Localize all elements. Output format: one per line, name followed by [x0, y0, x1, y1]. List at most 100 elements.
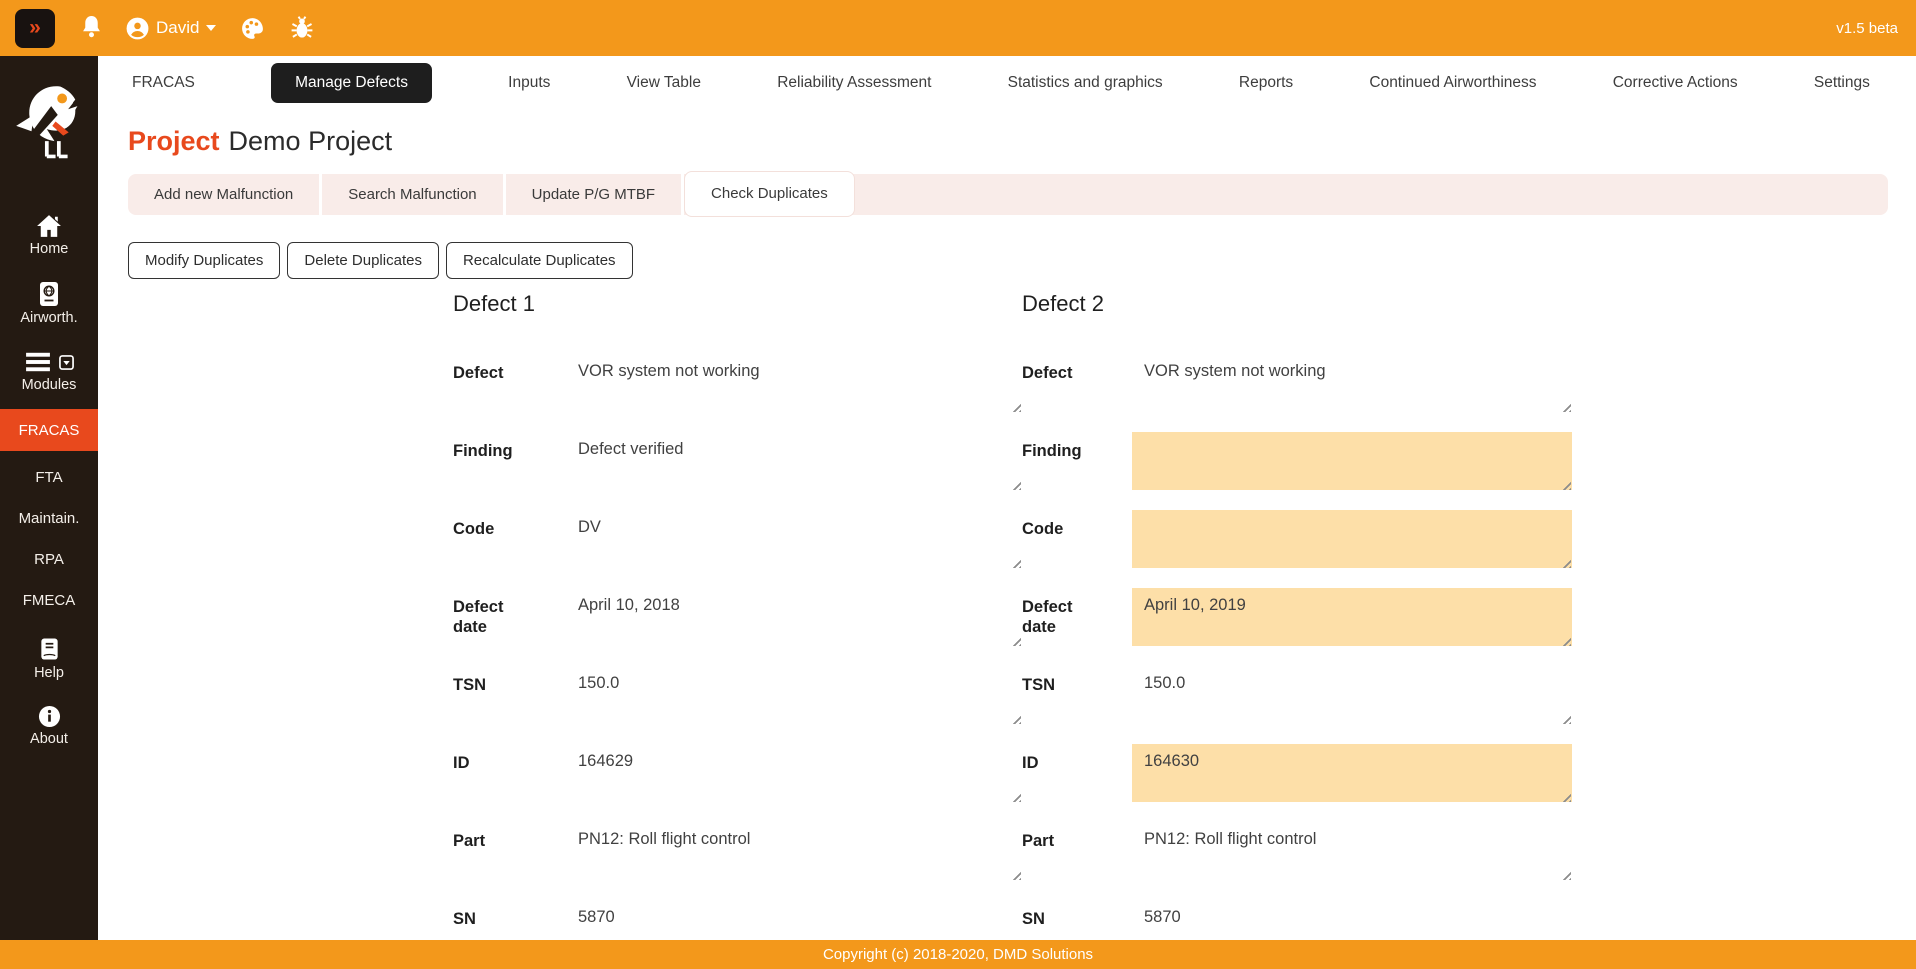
- defect2-defect-date-textarea[interactable]: April 10, 2019: [1132, 588, 1572, 646]
- notifications-bell-icon[interactable]: [79, 15, 104, 42]
- menu-bars-icon: [25, 352, 50, 372]
- tab-settings[interactable]: Settings: [1814, 74, 1870, 92]
- field-label: Defect date: [453, 598, 504, 636]
- info-icon: [38, 705, 60, 728]
- duplicates-toolbar: Modify Duplicates Delete Duplicates Reca…: [128, 242, 1888, 279]
- defect2-id-textarea[interactable]: 164630: [1132, 744, 1572, 802]
- defect1-defect-date-textarea[interactable]: April 10, 2018: [578, 588, 1022, 646]
- field-label: Defect date: [1022, 598, 1073, 636]
- field-label: Finding: [1022, 442, 1082, 460]
- defect2-defect-date-field: April 10, 2019: [1132, 588, 1572, 646]
- defect2-tsn-textarea[interactable]: 150.0: [1132, 666, 1572, 724]
- sidebar-item-label: Help: [34, 665, 64, 681]
- field-row-id: ID 164629 ID 164630: [453, 744, 1916, 822]
- sidebar-collapse-button[interactable]: »: [15, 8, 55, 48]
- sidebar-item-help[interactable]: Help: [0, 637, 98, 681]
- defect2-defect-textarea[interactable]: VOR system not working: [1132, 354, 1572, 412]
- page-title-project-name: Demo Project: [228, 125, 393, 156]
- field-row-tsn: TSN 150.0 TSN 150.0: [453, 666, 1916, 744]
- subtab-search-malfunction[interactable]: Search Malfunction: [322, 174, 506, 215]
- field-label: TSN: [453, 676, 486, 694]
- delete-duplicates-button[interactable]: Delete Duplicates: [287, 242, 439, 279]
- defect1-part-field: PN12: Roll flight control: [578, 822, 1022, 880]
- home-icon: [37, 215, 61, 237]
- tab-inputs[interactable]: Inputs: [508, 74, 550, 92]
- defect1-finding-textarea[interactable]: Defect verified: [578, 432, 1022, 490]
- defect2-finding-textarea[interactable]: [1132, 432, 1572, 490]
- defect1-id-field: 164629: [578, 744, 1022, 802]
- field-label: Finding: [453, 442, 513, 460]
- modify-duplicates-button[interactable]: Modify Duplicates: [128, 242, 281, 279]
- defect1-defect-field: VOR system not working: [578, 354, 1022, 412]
- defect1-sn-field: 5870: [578, 900, 1022, 940]
- subtab-check-duplicates[interactable]: Check Duplicates: [684, 170, 855, 217]
- module-nav-tabs: FRACAS Manage Defects Inputs View Table …: [98, 56, 1916, 110]
- defect1-code-field: DV: [578, 510, 1022, 568]
- theme-palette-icon[interactable]: [240, 16, 265, 41]
- field-label: ID: [1022, 754, 1039, 772]
- subtab-update-pg-mtbf[interactable]: Update P/G MTBF: [506, 174, 685, 215]
- field-label: Defect: [453, 364, 504, 382]
- tab-fracas[interactable]: FRACAS: [132, 74, 195, 92]
- tab-statistics-and-graphics[interactable]: Statistics and graphics: [1008, 74, 1163, 92]
- tab-corrective-actions[interactable]: Corrective Actions: [1613, 74, 1738, 92]
- sidebar-item-about[interactable]: About: [0, 705, 98, 747]
- defect2-sn-textarea[interactable]: 5870: [1132, 900, 1572, 940]
- debug-bug-icon[interactable]: [289, 15, 315, 41]
- main-content: FRACAS Manage Defects Inputs View Table …: [98, 56, 1916, 940]
- user-icon: [126, 17, 149, 39]
- sidebar-item-rpa[interactable]: RPA: [34, 551, 64, 568]
- field-label: Code: [453, 520, 495, 538]
- sidebar-item-airworthiness[interactable]: Airworth.: [0, 281, 98, 326]
- defect1-sn-textarea[interactable]: 5870: [578, 900, 1022, 940]
- sidebar-item-label: FRACAS: [18, 421, 80, 439]
- sidebar-item-modules[interactable]: Modules: [0, 350, 98, 393]
- defect1-finding-field: Defect verified: [578, 432, 1022, 490]
- tab-reliability-assessment[interactable]: Reliability Assessment: [777, 74, 931, 92]
- defect2-id-field: 164630: [1132, 744, 1572, 802]
- defect2-code-field: [1132, 510, 1572, 568]
- sidebar-item-fta[interactable]: FTA: [35, 469, 62, 486]
- sidebar-item-home[interactable]: Home: [0, 214, 98, 257]
- field-row-defect-date: Defect date April 10, 2018 Defect date A…: [453, 588, 1916, 666]
- tab-view-table[interactable]: View Table: [627, 74, 701, 92]
- defect1-defect-textarea[interactable]: VOR system not working: [578, 354, 1022, 412]
- airworthiness-icon: [40, 282, 58, 306]
- user-menu[interactable]: David: [126, 17, 217, 40]
- defect2-heading: Defect 2: [1022, 291, 1104, 316]
- field-label: SN: [453, 910, 476, 928]
- field-row-finding: Finding Defect verified Finding: [453, 432, 1916, 510]
- defect2-defect-field: VOR system not working: [1132, 354, 1572, 412]
- defect1-tsn-textarea[interactable]: 150.0: [578, 666, 1022, 724]
- defect2-finding-field: [1132, 432, 1572, 490]
- sidebar-item-label: About: [30, 731, 68, 747]
- page-title: Project Demo Project: [128, 122, 1888, 160]
- chevron-down-icon: [206, 25, 217, 31]
- field-label: Defect: [1022, 364, 1073, 382]
- recalculate-duplicates-button[interactable]: Recalculate Duplicates: [445, 242, 633, 279]
- sidebar-item-label: Home: [29, 241, 69, 257]
- defect1-code-textarea[interactable]: DV: [578, 510, 1022, 568]
- help-book-icon: [40, 638, 58, 660]
- defect2-sn-field: 5870: [1132, 900, 1572, 940]
- malfunction-subtabs: Add new Malfunction Search Malfunction U…: [128, 170, 1888, 217]
- tab-reports[interactable]: Reports: [1239, 74, 1293, 92]
- sidebar-item-fmeca[interactable]: FMECA: [23, 592, 76, 609]
- defect1-id-textarea[interactable]: 164629: [578, 744, 1022, 802]
- subtab-add-new-malfunction[interactable]: Add new Malfunction: [128, 174, 323, 215]
- defect1-tsn-field: 150.0: [578, 666, 1022, 724]
- sidebar-item-maintain[interactable]: Maintain.: [19, 510, 80, 527]
- footer-bar: Copyright (c) 2018-2020, DMD Solutions: [0, 940, 1916, 969]
- sidebar-item-fracas[interactable]: FRACAS: [0, 409, 98, 451]
- tab-manage-defects[interactable]: Manage Defects: [271, 63, 432, 103]
- defect2-tsn-field: 150.0: [1132, 666, 1572, 724]
- defect2-code-textarea[interactable]: [1132, 510, 1572, 568]
- field-label: Part: [1022, 832, 1055, 850]
- defect2-part-textarea[interactable]: PN12: Roll flight control: [1132, 822, 1572, 880]
- robin-bird-logo: [16, 86, 78, 159]
- field-label: ID: [453, 754, 470, 772]
- defect1-part-textarea[interactable]: PN12: Roll flight control: [578, 822, 1022, 880]
- tab-continued-airworthiness[interactable]: Continued Airworthiness: [1369, 74, 1536, 92]
- defect1-heading: Defect 1: [453, 291, 535, 316]
- field-row-sn: SN 5870 SN 5870: [453, 900, 1916, 940]
